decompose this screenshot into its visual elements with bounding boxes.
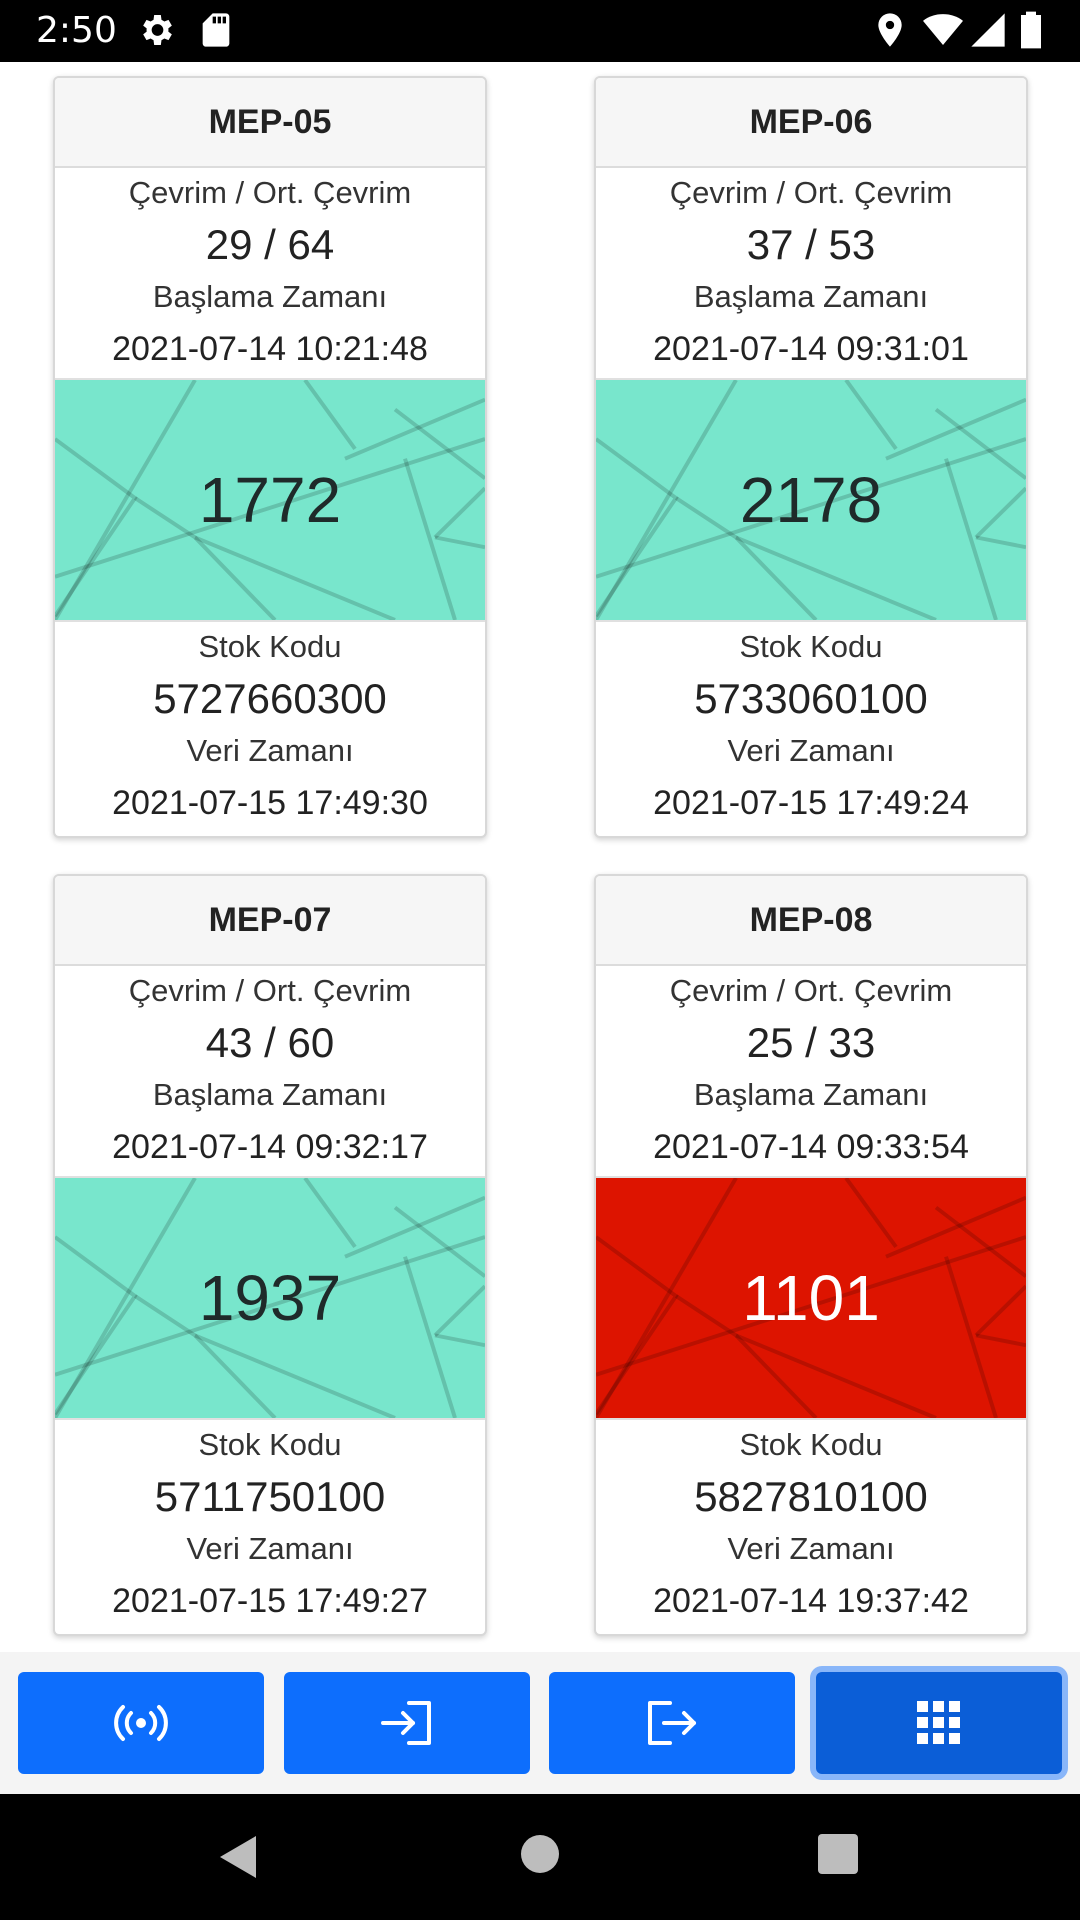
production-count: 1101 [742,1262,880,1334]
sd-card-icon [202,13,230,47]
battery-icon [1021,11,1041,49]
status-tile: 1937 [55,1176,485,1420]
navigation-bar [0,1794,1080,1920]
cycle-label: Çevrim / Ort. Çevrim [128,175,412,210]
stock-label: Stok Kodu [198,1427,342,1462]
location-icon [878,13,902,47]
signal-icon [971,13,1005,47]
stock-code: 5727660300 [153,675,387,722]
sign-in-button[interactable] [284,1672,530,1774]
cycle-label: Çevrim / Ort. Çevrim [128,973,412,1008]
data-time: 2021-07-15 17:49:30 [112,784,428,822]
start-label: Başlama Zamanı [693,279,929,314]
broadcast-button[interactable] [18,1672,264,1774]
machine-title: MEP-06 [596,78,1026,168]
machine-grid: MEP-05 Çevrim / Ort. Çevrim 29 / 64 Başl… [0,62,1080,1652]
wifi-icon [923,14,963,45]
sign-out-button[interactable] [549,1672,795,1774]
start-time: 2021-07-14 09:32:17 [112,1128,428,1166]
data-time: 2021-07-15 17:49:27 [112,1582,428,1620]
cycle-label: Çevrim / Ort. Çevrim [669,175,953,210]
stock-label: Stok Kodu [739,629,883,664]
status-tile: 2178 [596,378,1026,622]
grid-view-button[interactable] [816,1672,1062,1774]
sign-in-icon [381,1701,431,1745]
cycle-label: Çevrim / Ort. Çevrim [669,973,953,1008]
machine-card[interactable]: MEP-06 Çevrim / Ort. Çevrim 37 / 53 Başl… [594,76,1028,838]
back-icon[interactable] [216,1834,260,1880]
data-time-label: Veri Zamanı [727,1531,895,1566]
status-tile: 1772 [55,378,485,622]
data-time-label: Veri Zamanı [186,733,354,768]
cycle-value: 25 / 33 [746,1019,876,1066]
status-bar: 2:50 [0,0,1080,62]
production-count: 1937 [198,1262,342,1334]
data-time: 2021-07-15 17:49:24 [653,784,969,822]
stock-label: Stok Kodu [739,1427,883,1462]
start-label: Başlama Zamanı [152,1077,388,1112]
gear-icon [143,15,172,45]
machine-title: MEP-08 [596,876,1026,966]
stock-code: 5827810100 [694,1473,928,1520]
machine-title: MEP-05 [55,78,485,168]
start-time: 2021-07-14 09:31:01 [653,330,969,368]
machine-card[interactable]: MEP-08 Çevrim / Ort. Çevrim 25 / 33 Başl… [594,874,1028,1636]
stock-code: 5711750100 [154,1473,386,1520]
grid-icon [917,1701,960,1744]
data-time-label: Veri Zamanı [186,1531,354,1566]
cycle-value: 37 / 53 [746,221,876,268]
production-count: 1772 [198,464,342,536]
start-label: Başlama Zamanı [693,1077,929,1112]
start-label: Başlama Zamanı [152,279,388,314]
recents-icon[interactable] [818,1834,858,1874]
home-icon[interactable] [520,1834,560,1874]
data-time-label: Veri Zamanı [727,733,895,768]
data-time: 2021-07-14 19:37:42 [653,1582,969,1620]
cycle-value: 43 / 60 [205,1019,335,1066]
status-tile: 1101 [596,1176,1026,1420]
cycle-value: 29 / 64 [205,221,335,268]
machine-card[interactable]: MEP-05 Çevrim / Ort. Çevrim 29 / 64 Başl… [53,76,487,838]
sign-out-icon [648,1701,696,1745]
machine-card[interactable]: MEP-07 Çevrim / Ort. Çevrim 43 / 60 Başl… [53,874,487,1636]
start-time: 2021-07-14 10:21:48 [112,330,428,368]
broadcast-icon [114,1705,168,1741]
machine-title: MEP-07 [55,876,485,966]
bottom-toolbar [0,1652,1080,1794]
production-count: 2178 [739,464,883,536]
stock-label: Stok Kodu [198,629,342,664]
stock-code: 5733060100 [694,675,928,722]
status-time: 2:50 [36,10,117,51]
start-time: 2021-07-14 09:33:54 [653,1128,969,1166]
